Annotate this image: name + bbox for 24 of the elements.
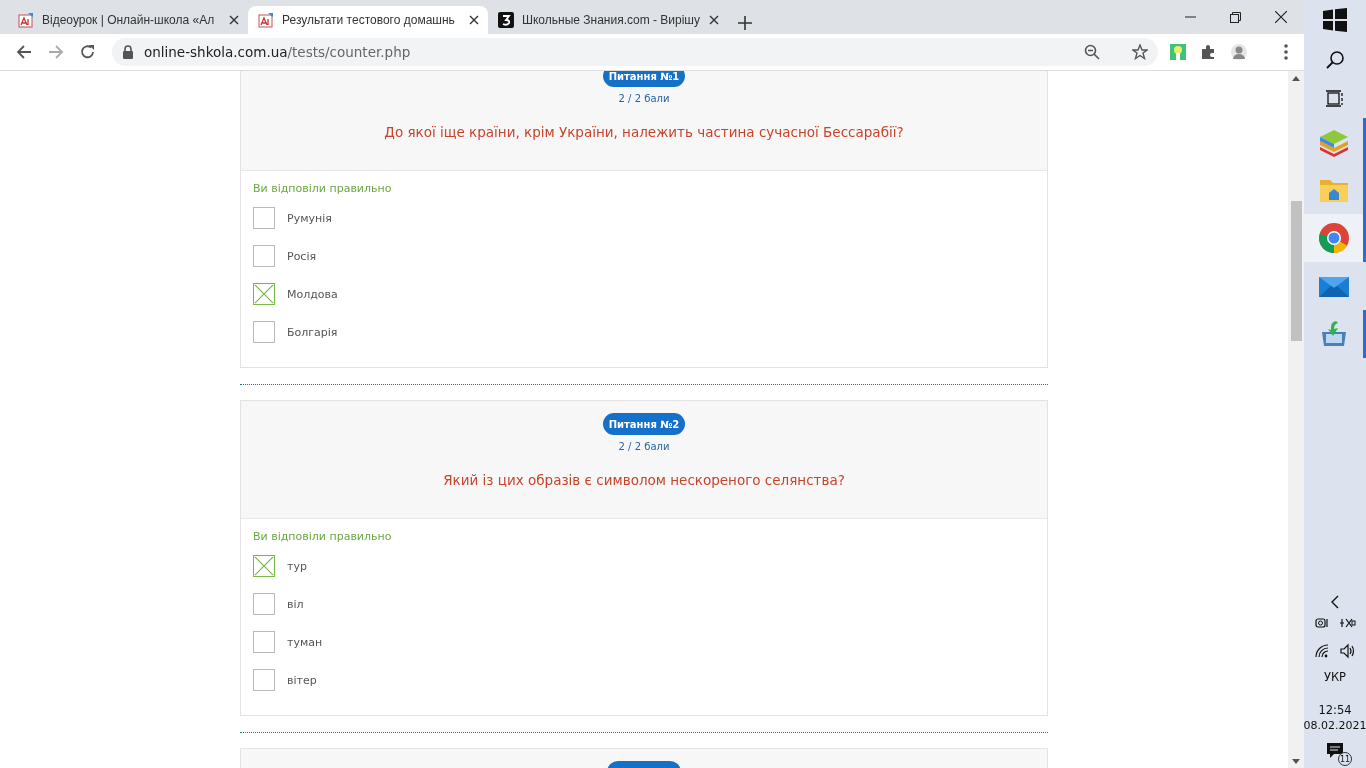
language-indicator[interactable]: УКР xyxy=(1323,670,1347,684)
notification-count: 11 xyxy=(1338,752,1352,766)
result-text: Ви відповіли правильно xyxy=(253,182,393,195)
option-label: вітер xyxy=(287,673,317,687)
question-badge: Питання №1 xyxy=(602,71,686,87)
question-badge: Питання №2 xyxy=(602,413,686,435)
clock-date[interactable]: 08.02.2021 xyxy=(1303,719,1366,732)
question-text: Який із цих образів є символом нескореного селянства? xyxy=(443,472,845,488)
option-label: тур xyxy=(287,559,307,573)
clock-time[interactable]: 12:54 xyxy=(1318,703,1352,717)
browser-tab[interactable]: Школьные Знания.com - Вирішу xyxy=(488,6,728,34)
browser-tab[interactable]: Відеоурок | Онлайн-школа «Ал xyxy=(8,6,248,34)
option-label: Росія xyxy=(287,249,317,263)
score-text: 2 / 2 бали xyxy=(618,93,670,104)
address-bar[interactable]: online-shkola.com.ua/tests/counter.php xyxy=(112,38,1158,66)
option-label: Болгарія xyxy=(287,325,338,339)
option-label: туман xyxy=(287,635,323,649)
result-text: Ви відповіли правильно xyxy=(253,530,393,543)
option-label: віл xyxy=(287,597,304,611)
question-text: До якої іще країни, крім України, належить частина сучасної Бессарабії? xyxy=(384,124,904,140)
option-label: Молдова xyxy=(287,287,338,301)
option-label: Румунія xyxy=(287,211,332,225)
score-text: 2 / 2 бали xyxy=(618,441,670,452)
browser-tab[interactable]: Результати тестового домашнь xyxy=(248,6,488,34)
